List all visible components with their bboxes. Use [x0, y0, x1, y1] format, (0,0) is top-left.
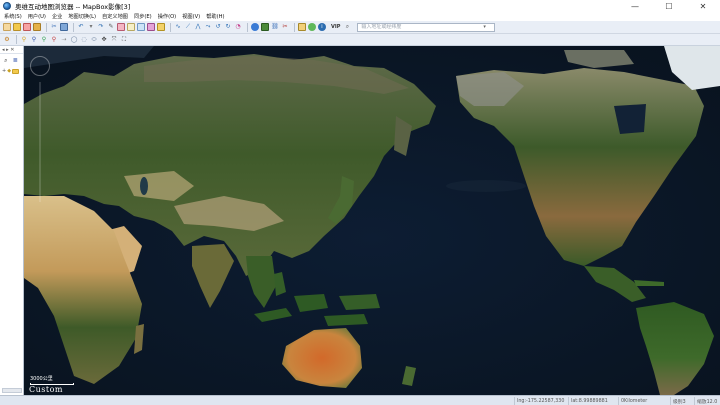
caspian-sea [140, 177, 148, 195]
pacific-cloud-band [446, 180, 526, 192]
menu-operation[interactable]: 操作(O) [158, 13, 177, 20]
panel-header[interactable]: ◂ ▸ ✕ [0, 46, 23, 54]
toolbar-separator [73, 22, 74, 32]
layer-icon[interactable] [117, 23, 125, 31]
menu-map-switch[interactable]: 地图切换(L) [68, 13, 96, 20]
menu-view[interactable]: 视图(V) [182, 13, 200, 20]
photo-icon[interactable] [147, 23, 155, 31]
close-button[interactable]: ✕ [686, 0, 720, 12]
pin-blue-icon[interactable]: ⚲ [30, 36, 38, 44]
minimize-button[interactable]: — [618, 0, 652, 12]
tree-root[interactable]: + ◆ [0, 68, 23, 74]
status-measure: 0Kilometer [618, 397, 670, 405]
path-icon[interactable]: ⤳ [204, 23, 212, 31]
polyline-icon[interactable]: ⋀ [194, 23, 202, 31]
track-icon[interactable]: ∿ [174, 23, 182, 31]
search-input[interactable] [361, 24, 484, 30]
status-bar: lng:-175.22587,330 lat:8.99889881 0Kilom… [0, 395, 720, 405]
object-panel: ◂ ▸ ✕ ⌕ ≣ + ◆ [0, 46, 24, 395]
panel-tools: ⌕ ≣ [0, 54, 23, 68]
tree-expand-icon[interactable]: + [2, 68, 6, 74]
open-folder-icon[interactable] [13, 23, 21, 31]
search-field[interactable]: ▾ [357, 22, 496, 32]
map-navigation-ring[interactable] [30, 56, 50, 76]
window-controls: — ☐ ✕ [618, 0, 720, 12]
message-icon[interactable] [298, 23, 306, 31]
panel-search-icon[interactable]: ⌕ [2, 57, 10, 65]
pin-yellow-icon[interactable]: ⚲ [20, 36, 28, 44]
fit-screen-icon[interactable]: ⤧ [110, 36, 118, 44]
new-file-icon[interactable] [3, 23, 11, 31]
tree-checkbox-icon[interactable]: ◆ [7, 68, 11, 74]
menu-system[interactable]: 系统(S) [4, 13, 22, 20]
edit-icon[interactable]: ✎ [107, 23, 115, 31]
cut-icon[interactable]: ✂ [50, 23, 58, 31]
location-icon[interactable] [308, 23, 316, 31]
measure-icon[interactable]: ◔ [234, 23, 242, 31]
redo-icon[interactable]: ↷ [97, 23, 105, 31]
map-layer-label: Custom [29, 385, 63, 394]
globe-icon[interactable] [251, 23, 259, 31]
scale-bar: 3000公里 [30, 375, 74, 385]
search-icon: ⌕ [345, 23, 350, 30]
map-view[interactable]: 3000公里 Custom [24, 46, 720, 395]
toolbar-separator [294, 22, 295, 32]
delete-icon[interactable] [23, 23, 31, 31]
menu-custom-map[interactable]: 自定义地图 [102, 13, 128, 20]
title-bar: 奥维互动地图浏览器 -- MapBox影像[3] — ☐ ✕ [0, 0, 720, 12]
window-title: 奥维互动地图浏览器 -- MapBox影像[3] [15, 3, 131, 11]
move-icon[interactable]: ✥ [100, 36, 108, 44]
toolbar-separator [46, 22, 47, 32]
settings-gear-icon[interactable]: ⚙ [3, 36, 11, 44]
secondary-toolbar: ⚙ ⚲ ⚲ ⚲ ⚲ ⇢ ◯ ◌ ⬭ ✥ ⤧ ⛶ [0, 34, 720, 46]
map-icon[interactable] [261, 23, 269, 31]
menu-enterprise[interactable]: 企业 [52, 13, 62, 20]
image-icon[interactable] [137, 23, 145, 31]
search-dropdown-icon[interactable]: ▾ [483, 24, 486, 30]
ring-icon[interactable]: ◌ [80, 36, 88, 44]
menu-user[interactable]: 用户(U) [28, 13, 46, 20]
toolbar-separator [247, 22, 248, 32]
menu-sync[interactable]: 同步(E) [134, 13, 152, 20]
ellipse-icon[interactable]: ⬭ [90, 36, 98, 44]
rotate-icon[interactable]: ↺ [214, 23, 222, 31]
copy-icon[interactable] [60, 23, 68, 31]
refresh-icon[interactable]: ↻ [224, 23, 232, 31]
menu-bar: 系统(S) 用户(U) 企业 地图切换(L) 自定义地图 同步(E) 操作(O)… [0, 12, 720, 21]
toolbar-separator [16, 35, 17, 44]
note-icon[interactable] [127, 23, 135, 31]
dropdown-arrow-icon[interactable]: ▾ [87, 23, 95, 31]
status-zoom: 缩放12.0 [694, 397, 720, 405]
status-latitude: lat:8.99889881 [568, 397, 618, 405]
globe-app-icon [3, 2, 11, 10]
fullscreen-icon[interactable]: ⛶ [120, 36, 128, 44]
new-guinea [339, 294, 380, 310]
satellite-map[interactable] [24, 46, 720, 395]
scissors-icon[interactable]: ✂ [281, 23, 289, 31]
maximize-button[interactable]: ☐ [652, 0, 686, 12]
zoom-slider[interactable] [39, 82, 41, 202]
main-toolbar: ✂ ↶ ▾ ↷ ✎ ∿ ⟋ ⋀ ⤳ ↺ ↻ ◔ ⛓ ✂ i VIP ⌕ ▾ [0, 21, 720, 34]
favorite-folder-icon[interactable] [33, 23, 41, 31]
pin-green-icon[interactable]: ⚲ [40, 36, 48, 44]
pin-red-icon[interactable]: ⚲ [50, 36, 58, 44]
status-level: 级别3 [670, 397, 694, 405]
scale-label: 3000公里 [30, 376, 53, 382]
info-icon[interactable]: i [318, 23, 326, 31]
emoji-icon[interactable] [157, 23, 165, 31]
java-islands [324, 314, 368, 326]
status-coordinates: lng:-175.22587,330 [514, 397, 568, 405]
link-icon[interactable]: ⛓ [271, 23, 279, 31]
line-draw-icon[interactable]: ⟋ [184, 23, 192, 31]
panel-scrollbar[interactable] [2, 388, 22, 393]
toolbar-separator [170, 22, 171, 32]
undo-icon[interactable]: ↶ [77, 23, 85, 31]
folder-icon [12, 68, 20, 74]
menu-help[interactable]: 帮助(H) [206, 13, 224, 20]
arrow-icon[interactable]: ⇢ [60, 36, 68, 44]
vip-label[interactable]: VIP [331, 24, 340, 30]
panel-list-icon[interactable]: ≣ [12, 57, 20, 65]
circle-icon[interactable]: ◯ [70, 36, 78, 44]
